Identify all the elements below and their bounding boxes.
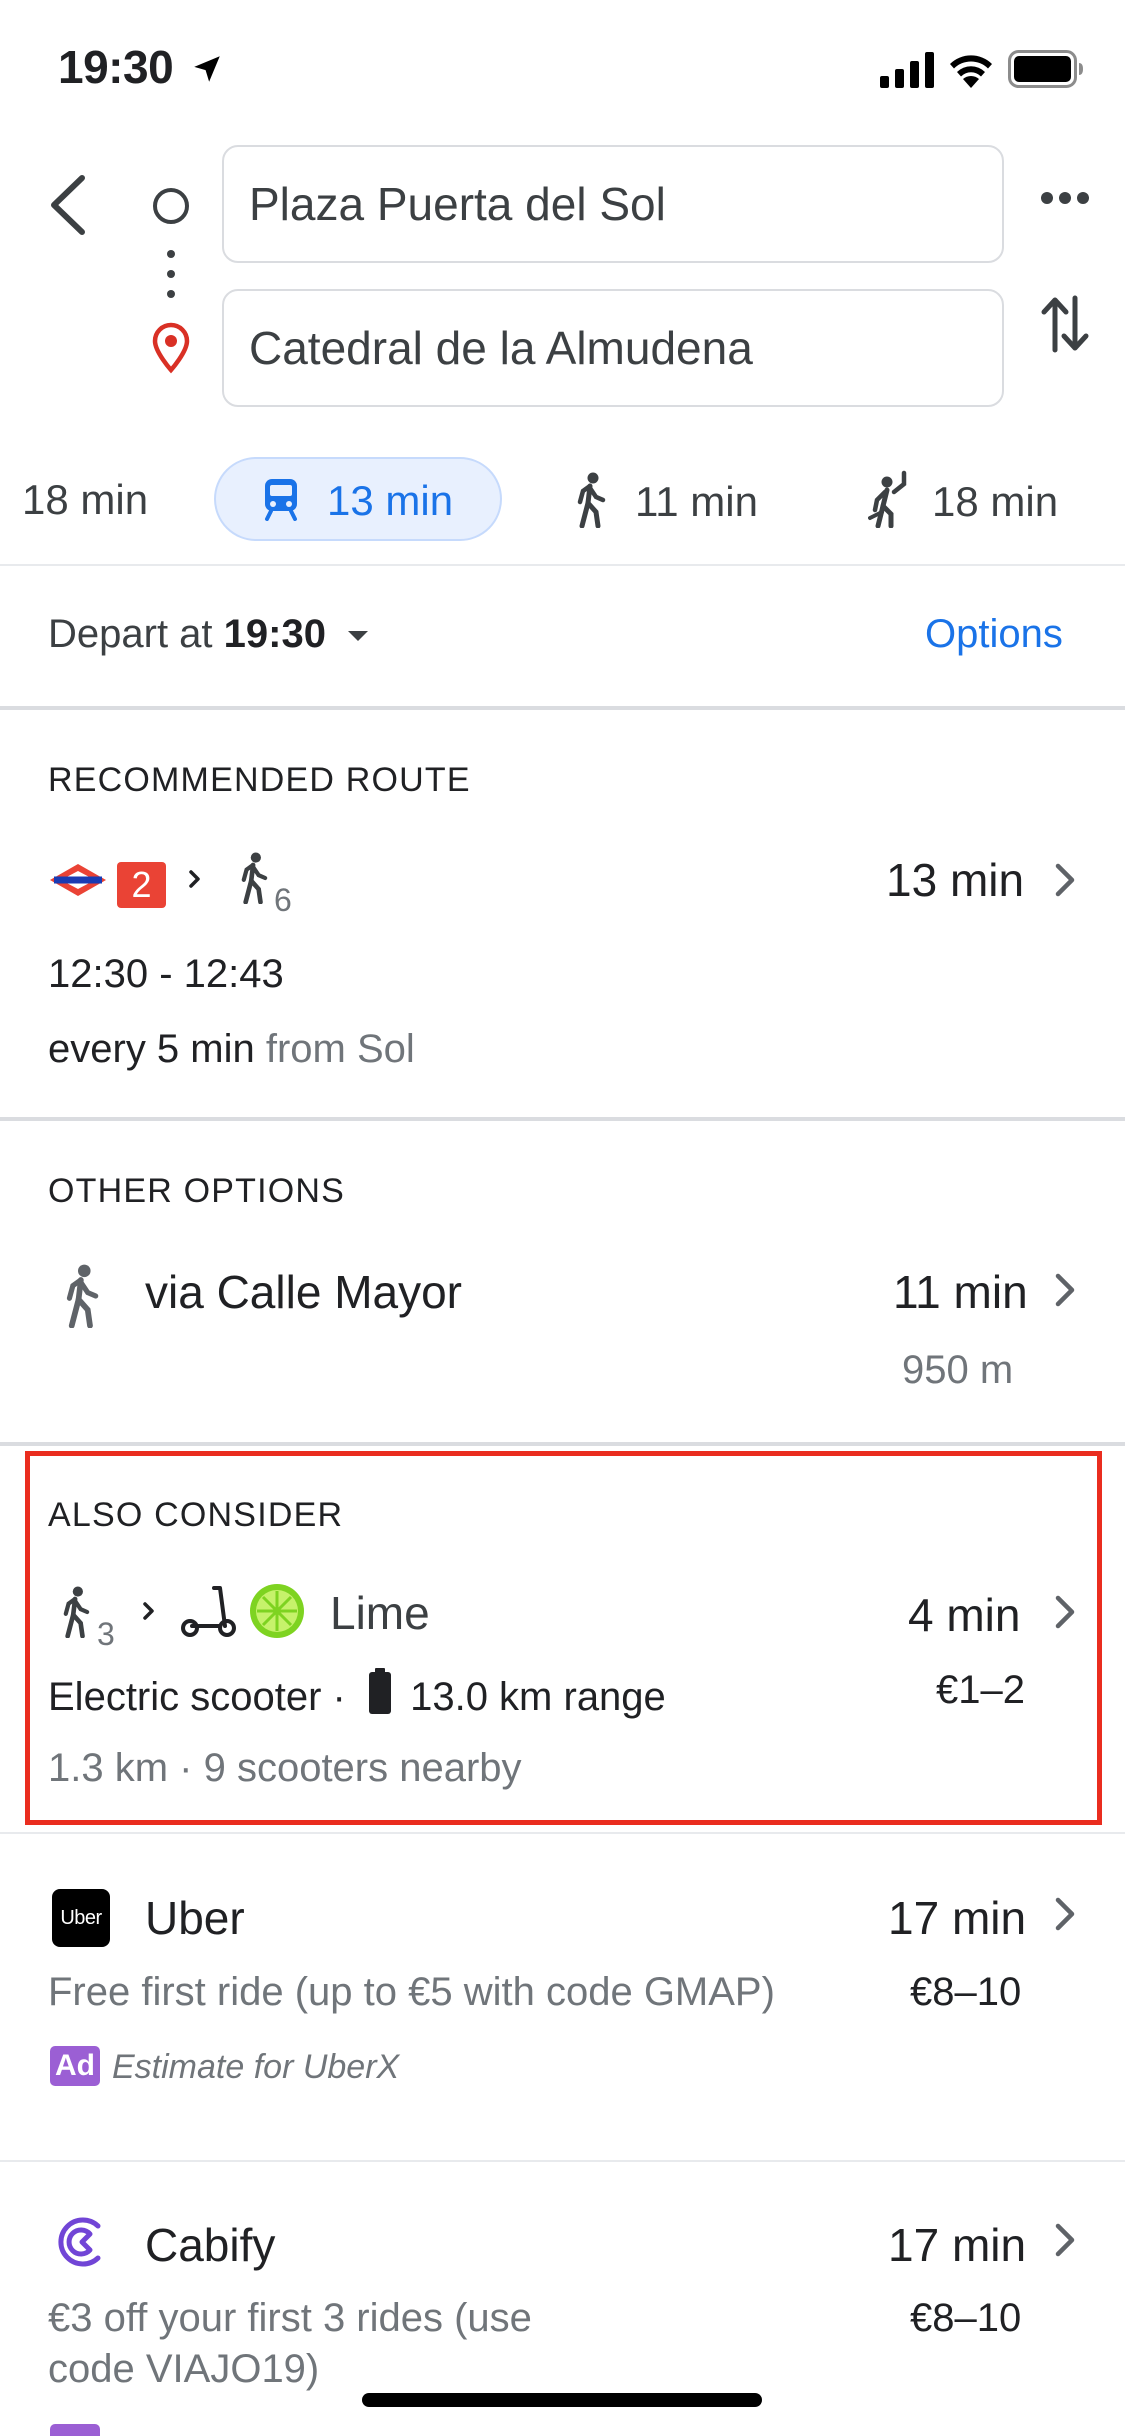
other-options-section-title: OTHER OPTIONS xyxy=(48,1172,346,1210)
chevron-right-small-icon xyxy=(143,1602,154,1620)
lime-vehicle-line: Electric scooter · 13.0 km range xyxy=(48,1668,666,1720)
walking-distance: 950 m xyxy=(902,1348,1014,1392)
uber-name: Uber xyxy=(145,1892,245,1944)
recommended-section-title: RECOMMENDED ROUTE xyxy=(48,761,471,799)
chevron-right-icon xyxy=(1055,863,1075,897)
status-time: 19:30 xyxy=(58,41,174,93)
train-icon xyxy=(265,479,297,521)
destination-pin-icon xyxy=(152,322,190,374)
ride-hail-icon xyxy=(868,470,907,528)
uber-duration: 17 min xyxy=(888,1892,1027,1944)
cabify-promo-line2: code VIAJO19) xyxy=(48,2347,320,2391)
cabify-logo-icon xyxy=(58,2217,101,2267)
scooter-icon xyxy=(181,1586,236,1637)
recommended-from: from Sol xyxy=(265,1027,415,1071)
mode-bar-divider xyxy=(0,564,1125,566)
uber-divider xyxy=(0,2160,1125,2162)
mode-driving-label: 18 min xyxy=(22,476,149,523)
depart-time: 19:30 xyxy=(223,612,326,656)
battery-range-icon xyxy=(368,1668,391,1714)
battery-icon xyxy=(1008,50,1083,88)
caret-down-icon xyxy=(348,631,369,642)
options-link[interactable]: Options xyxy=(925,612,1063,657)
also-consider-section-title: ALSO CONSIDER xyxy=(48,1496,344,1534)
lime-details: 1.3 km · 9 scooters nearby xyxy=(48,1746,522,1790)
chevron-right-icon xyxy=(1055,1595,1075,1629)
lime-duration: 4 min xyxy=(908,1589,1021,1641)
cabify-price: €8–10 xyxy=(910,2296,1022,2340)
recommended-divider xyxy=(0,1117,1125,1121)
more-options-icon[interactable] xyxy=(1040,190,1090,206)
walk-icon xyxy=(577,472,606,528)
lime-price: €1–2 xyxy=(936,1668,1025,1712)
chevron-right-small-icon xyxy=(189,870,200,888)
mode-ride-hail[interactable]: 18 min xyxy=(860,462,1090,538)
mode-driving[interactable]: 18 min xyxy=(0,470,190,530)
back-arrow-icon[interactable] xyxy=(42,172,92,238)
walking-route-label: via Calle Mayor xyxy=(145,1266,462,1318)
wifi-icon xyxy=(950,55,992,88)
walk-icon xyxy=(241,852,268,904)
mode-ride-hail-label: 18 min xyxy=(932,478,1059,525)
swap-directions-icon[interactable] xyxy=(1040,292,1090,356)
mode-walking-label: 11 min xyxy=(635,478,758,525)
mode-transit-label: 13 min xyxy=(327,477,454,524)
depart-prefix: Depart at xyxy=(48,612,224,656)
cabify-duration: 17 min xyxy=(888,2219,1027,2271)
lime-range: 13.0 km range xyxy=(410,1675,666,1719)
uber-promo: Free first ride (up to €5 with code GMAP… xyxy=(48,1970,775,2014)
recommended-time-range: 12:30 - 12:43 xyxy=(48,952,284,996)
cabify-ad-badge-partial xyxy=(50,2424,100,2436)
recommended-walk-minutes: 6 xyxy=(274,882,292,918)
lime-vehicle-text: Electric scooter · xyxy=(48,1675,357,1719)
recommended-frequency-line: every 5 min from Sol xyxy=(48,1027,415,1072)
cabify-promo-line1: €3 off your first 3 rides (use xyxy=(48,2296,532,2340)
lime-provider-name: Lime xyxy=(330,1587,430,1639)
signal-icon xyxy=(880,52,934,88)
also-consider-divider xyxy=(0,1832,1125,1834)
other-options-divider xyxy=(0,1442,1125,1446)
origin-input[interactable]: Plaza Puerta del Sol xyxy=(222,145,1004,263)
chevron-right-icon xyxy=(1055,2223,1075,2257)
lime-logo-icon xyxy=(250,1584,304,1638)
home-indicator[interactable] xyxy=(362,2393,762,2407)
destination-input[interactable]: Catedral de la Almudena xyxy=(222,289,1004,407)
uber-price: €8–10 xyxy=(910,1970,1022,2014)
depart-time-selector[interactable]: Depart at 19:30 xyxy=(48,612,371,666)
recommended-frequency: every 5 min xyxy=(48,1027,255,1071)
uber-estimate: Estimate for UberX xyxy=(112,2048,400,2086)
lime-walk-minutes: 3 xyxy=(97,1616,115,1652)
chevron-right-icon xyxy=(1055,1273,1075,1307)
ad-badge: Ad xyxy=(50,2046,100,2086)
uber-logo: Uber xyxy=(52,1889,110,1947)
origin-circle-icon xyxy=(153,188,189,224)
cabify-name: Cabify xyxy=(145,2219,276,2271)
recommended-duration: 13 min xyxy=(886,854,1025,906)
metro-logo-icon xyxy=(50,864,106,896)
depart-divider xyxy=(0,706,1125,710)
metro-line-badge: 2 xyxy=(117,862,166,908)
route-dots-icon xyxy=(167,250,175,298)
walking-duration: 11 min xyxy=(893,1266,1028,1318)
location-arrow-icon xyxy=(194,56,220,82)
walk-icon xyxy=(66,1264,99,1328)
mode-transit[interactable]: 13 min xyxy=(214,457,502,541)
chevron-right-icon xyxy=(1055,1897,1075,1931)
walk-icon xyxy=(63,1586,90,1638)
mode-walking[interactable]: 11 min xyxy=(560,462,770,538)
